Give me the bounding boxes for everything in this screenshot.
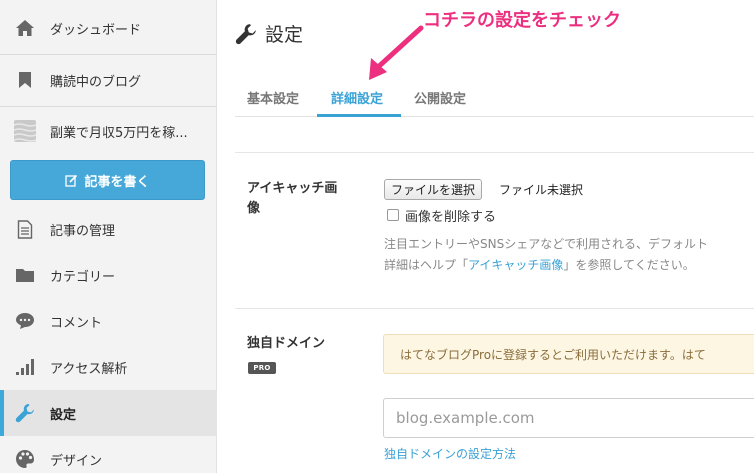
edit-icon (65, 174, 78, 187)
eyecatch-help-line2: 詳細はヘルプ「アイキャッチ画像」を参照してください。 (384, 256, 695, 273)
custom-domain-label: 独自ドメイン (247, 336, 326, 351)
wrench-icon (14, 402, 36, 424)
tab-basic-settings[interactable]: 基本設定 (247, 88, 299, 117)
palette-icon (14, 448, 36, 470)
tab-advanced-settings[interactable]: 詳細設定 (331, 88, 383, 117)
sidebar-item-label: ダッシュボード (50, 22, 142, 38)
eyecatch-help-line1: 注目エントリーやSNSシェアなどで利用される、デフォルト (384, 237, 708, 251)
sidebar-item-design[interactable]: デザイン (0, 436, 217, 473)
sidebar-item-label: コメント (50, 315, 103, 331)
sidebar-item-label: 記事の管理 (50, 223, 116, 239)
delete-image-checkbox[interactable] (387, 209, 399, 221)
section-divider (235, 152, 754, 153)
eyecatch-label-line1: アイキャッチ画 (247, 181, 338, 196)
tabs-divider (235, 116, 754, 117)
sidebar-item-articles[interactable]: 記事の管理 (0, 206, 217, 252)
comment-icon (14, 310, 36, 332)
sidebar-item-blog[interactable]: 副業で月収5万円を稼... (0, 108, 217, 154)
sidebar-item-label: 購読中のブログ (50, 74, 142, 90)
write-article-label: 記事を書く (84, 174, 150, 190)
help-prefix: 詳細はヘルプ「 (384, 258, 469, 272)
document-icon (14, 218, 36, 240)
sidebar-item-settings[interactable]: 設定 (0, 390, 217, 436)
delete-image-label[interactable]: 画像を削除する (405, 206, 496, 225)
main-content: 設定 コチラの設定をチェック 基本設定 詳細設定 公開設定 アイキャッチ画 像 … (217, 0, 754, 473)
pro-badge: PRO (248, 362, 276, 374)
bar-chart-icon (14, 356, 36, 378)
home-icon (14, 17, 36, 39)
custom-domain-input[interactable] (383, 398, 754, 438)
active-tab-indicator (317, 114, 401, 117)
file-status-text: ファイル未選択 (499, 183, 584, 197)
choose-file-button[interactable]: ファイルを選択 (384, 179, 483, 200)
folder-icon (14, 264, 36, 286)
blog-thumbnail-icon (14, 120, 36, 142)
eyecatch-label: アイキャッチ画 像 (247, 179, 337, 219)
pro-notice: はてなブログProに登録するとご利用いただけます。はて (383, 334, 754, 374)
sidebar-item-label: 副業で月収5万円を稼... (50, 125, 188, 141)
sidebar-item-label: アクセス解析 (50, 361, 128, 377)
sidebar-item-analytics[interactable]: アクセス解析 (0, 344, 217, 390)
sidebar-item-label: デザイン (50, 453, 103, 469)
page-title-text: 設定 (265, 24, 304, 46)
divider (0, 54, 217, 55)
bookmark-icon (14, 69, 36, 91)
sidebar-item-subscriptions[interactable]: 購読中のブログ (0, 57, 217, 103)
annotation-text: コチラの設定をチェック (423, 10, 621, 31)
wrench-icon (235, 23, 256, 44)
write-article-button[interactable]: 記事を書く (10, 160, 205, 200)
section-divider (235, 308, 754, 309)
annotation-arrow-icon (369, 25, 424, 80)
sidebar-item-label: カテゴリー (50, 269, 116, 285)
eyecatch-help-link[interactable]: アイキャッチ画像 (468, 258, 563, 272)
page-title: 設定 (235, 20, 303, 47)
help-suffix: 」を参照してください。 (563, 258, 695, 272)
custom-domain-help-link[interactable]: 独自ドメインの設定方法 (384, 445, 516, 462)
eyecatch-label-line2: 像 (247, 201, 261, 216)
tab-publish-settings[interactable]: 公開設定 (414, 88, 466, 117)
sidebar-item-comments[interactable]: コメント (0, 298, 217, 344)
sidebar: ダッシュボード 購読中のブログ 副業で月収5万円を稼... 記事を書く 記事の管… (0, 0, 217, 473)
sidebar-item-categories[interactable]: カテゴリー (0, 252, 217, 298)
sidebar-item-label: 設定 (50, 407, 77, 423)
divider (0, 106, 217, 107)
sidebar-item-dashboard[interactable]: ダッシュボード (0, 5, 217, 51)
